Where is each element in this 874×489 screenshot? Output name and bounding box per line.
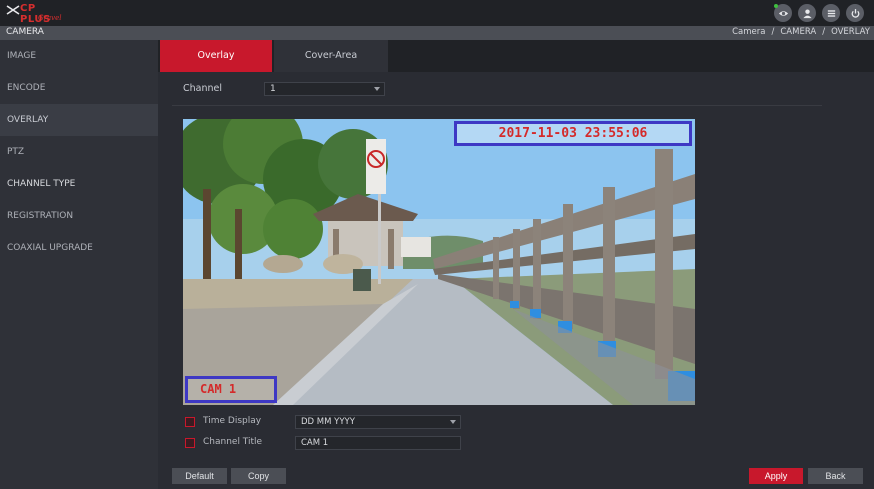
- chevron-down-icon: [374, 87, 380, 91]
- channel-title-input[interactable]: CAM 1: [295, 436, 461, 450]
- menu-button[interactable]: [822, 4, 840, 22]
- top-bar: CP PLUS Gravel: [0, 0, 874, 26]
- preview-button[interactable]: [774, 4, 792, 22]
- camera-preview: 2017-11-03 23:55:06 CAM 1: [183, 119, 695, 405]
- tab-cover-area[interactable]: Cover-Area: [274, 40, 388, 72]
- page-title: CAMERA: [6, 27, 44, 37]
- time-display-select[interactable]: DD MM YYYY: [295, 415, 461, 429]
- breadcrumb-camera-section[interactable]: CAMERA: [780, 27, 816, 37]
- channel-title-checkbox[interactable]: [185, 438, 195, 448]
- sidebar-item-registration[interactable]: REGISTRATION: [0, 200, 158, 232]
- title-bar: CAMERA Camera / CAMERA / OVERLAY: [0, 26, 874, 40]
- breadcrumb-camera[interactable]: Camera: [732, 27, 765, 37]
- chevron-down-icon: [450, 420, 456, 424]
- channel-value: 1: [270, 84, 276, 94]
- sidebar: IMAGE ENCODE OVERLAY PTZ CHANNEL TYPE RE…: [0, 40, 158, 489]
- logo-mark-icon: [6, 5, 20, 15]
- user-icon: [802, 8, 812, 18]
- timestamp-overlay[interactable]: 2017-11-03 23:55:06: [454, 121, 692, 146]
- tab-bar: Overlay Cover-Area: [158, 40, 874, 72]
- brand-sub: Gravel: [38, 14, 62, 22]
- tab-overlay[interactable]: Overlay: [160, 40, 272, 72]
- channel-select[interactable]: 1: [264, 82, 385, 96]
- time-display-value: DD MM YYYY: [301, 417, 355, 427]
- default-button[interactable]: Default: [172, 468, 227, 484]
- time-display-row: Time Display DD MM YYYY: [185, 415, 465, 429]
- sidebar-item-channel-type[interactable]: CHANNEL TYPE: [0, 168, 158, 200]
- channel-title-label: Channel Title: [203, 437, 263, 447]
- divider: [172, 105, 822, 106]
- breadcrumb-separator: /: [771, 27, 775, 37]
- apply-button[interactable]: Apply: [749, 468, 803, 484]
- user-button[interactable]: [798, 4, 816, 22]
- breadcrumb-separator: /: [822, 27, 826, 37]
- brand-logo: CP PLUS Gravel: [6, 3, 66, 25]
- power-icon: [851, 8, 859, 18]
- power-button[interactable]: [846, 4, 864, 22]
- time-display-label: Time Display: [203, 416, 262, 426]
- eye-icon: [778, 10, 788, 16]
- sidebar-item-overlay[interactable]: OVERLAY: [0, 104, 158, 136]
- sidebar-item-encode[interactable]: ENCODE: [0, 72, 158, 104]
- sidebar-item-image[interactable]: IMAGE: [0, 40, 158, 72]
- sidebar-item-ptz[interactable]: PTZ: [0, 136, 158, 168]
- channel-label: Channel: [183, 83, 223, 94]
- sidebar-item-coaxial-upgrade[interactable]: COAXIAL UPGRADE: [0, 232, 158, 264]
- status-dot: [774, 4, 778, 8]
- header-icons: [774, 4, 864, 22]
- copy-button[interactable]: Copy: [231, 468, 286, 484]
- time-display-checkbox[interactable]: [185, 417, 195, 427]
- back-button[interactable]: Back: [808, 468, 863, 484]
- list-icon: [827, 9, 835, 17]
- preview-image: [183, 119, 695, 405]
- channel-title-overlay[interactable]: CAM 1: [185, 376, 277, 403]
- channel-title-row: Channel Title CAM 1: [185, 436, 465, 450]
- breadcrumb: Camera / CAMERA / OVERLAY: [732, 27, 870, 37]
- breadcrumb-overlay: OVERLAY: [831, 27, 870, 37]
